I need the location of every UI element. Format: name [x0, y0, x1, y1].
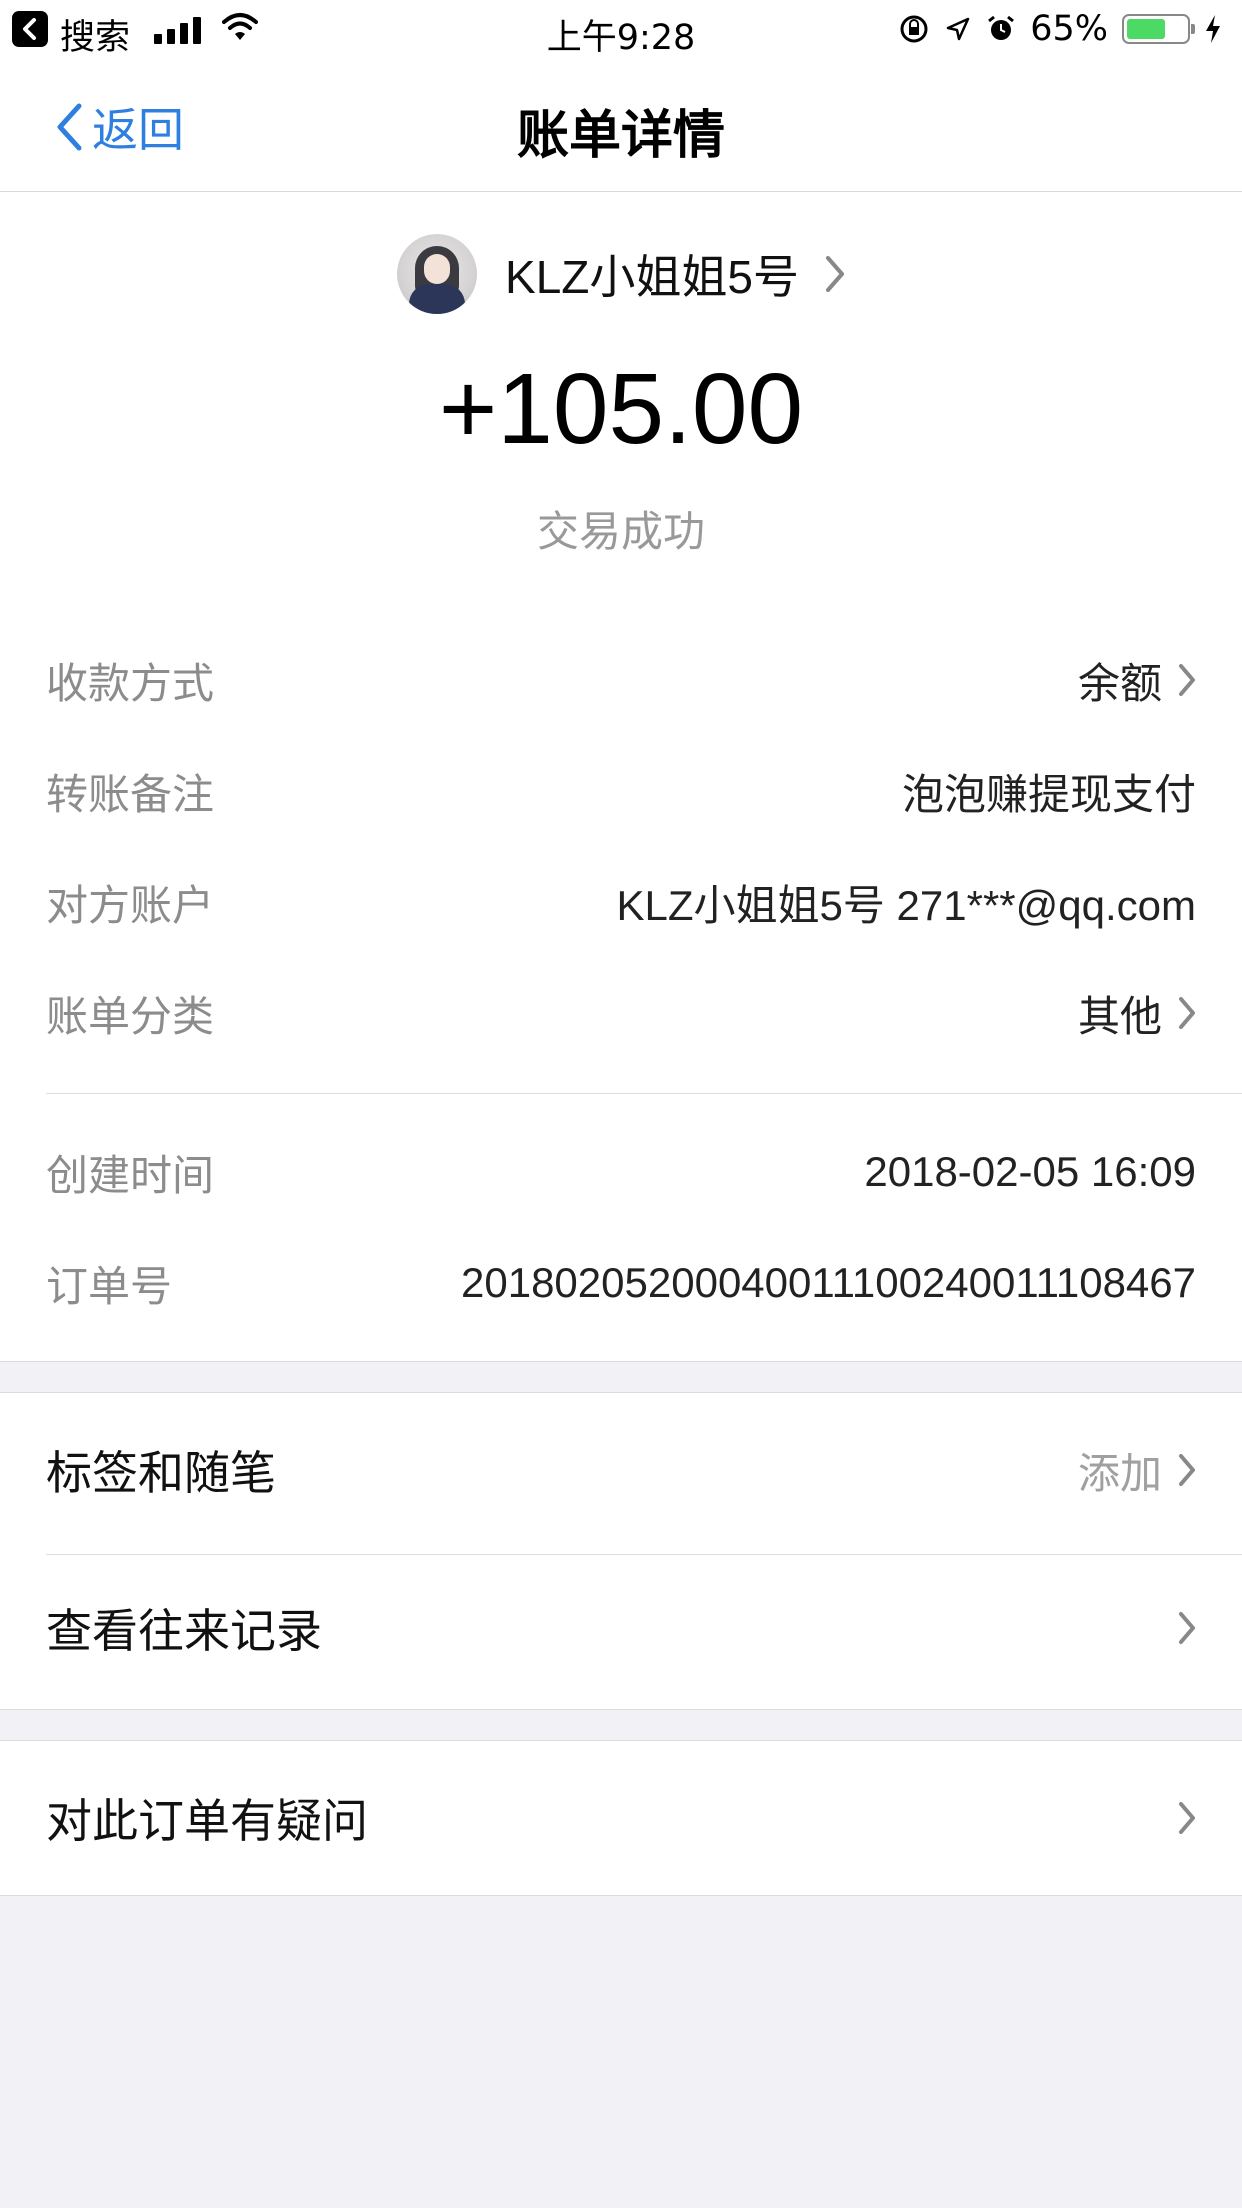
detail-row-counterparty-account: 对方账户 KLZ小姐姐5号 271***@qq.com: [46, 872, 1196, 932]
chevron-right-icon: [1179, 1612, 1195, 1644]
charging-icon: [1206, 15, 1220, 43]
tags-and-notes-row[interactable]: 标签和随笔 添加: [46, 1435, 1196, 1505]
tags-label: 标签和随笔: [46, 1446, 276, 1500]
alarm-icon: [988, 15, 1015, 40]
detail-label: 创建时间: [46, 1150, 215, 1200]
detail-row-created-time: 创建时间 2018-02-05 16:09: [46, 1142, 1196, 1202]
detail-label: 账单分类: [46, 991, 215, 1041]
payer-name: KLZ小姐姐5号: [505, 251, 799, 303]
detail-value: 余额: [1078, 650, 1196, 711]
divider: [46, 1554, 1242, 1555]
navigation-bar: 返回 账单详情: [0, 62, 1242, 192]
detail-label: 订单号: [46, 1261, 173, 1311]
battery-icon: [1122, 14, 1195, 44]
status-bar: 搜索 上午9:28 65%: [0, 0, 1242, 62]
orientation-lock-icon: [900, 15, 928, 43]
order-question-section: 对此订单有疑问: [0, 1740, 1242, 1896]
detail-row-order-number: 订单号 20180205200040011100240011108467: [46, 1253, 1196, 1313]
detail-value-text: 余额: [1077, 659, 1162, 707]
detail-value: 其他: [1078, 983, 1196, 1044]
tags-trail: 添加: [1078, 1440, 1196, 1501]
chevron-right-icon: [1179, 664, 1195, 696]
chevron-right-icon: [1179, 997, 1195, 1029]
detail-value-text: 其他: [1077, 992, 1162, 1040]
chevron-right-icon: [825, 256, 844, 292]
bill-detail-card: KLZ小姐姐5号 +105.00 交易成功 收款方式 余额 转账备注 泡泡赚提现…: [0, 192, 1242, 1362]
transaction-status: 交易成功: [536, 507, 705, 556]
question-trail: [1162, 1801, 1196, 1835]
detail-value: 20180205200040011100240011108467: [461, 1259, 1196, 1306]
detail-value: 2018-02-05 16:09: [864, 1148, 1196, 1195]
chevron-right-icon: [1179, 1802, 1195, 1834]
avatar-icon: [397, 234, 478, 314]
transaction-amount: +105.00: [438, 353, 804, 465]
status-right-icons: 65%: [898, 9, 1222, 49]
order-question-row[interactable]: 对此订单有疑问: [46, 1783, 1196, 1853]
payer-row[interactable]: KLZ小姐姐5号: [0, 234, 1242, 314]
location-icon: [946, 17, 970, 41]
detail-row-transfer-note: 转账备注 泡泡赚提现支付: [46, 761, 1196, 821]
detail-label: 转账备注: [46, 769, 215, 819]
detail-value: 泡泡赚提现支付: [901, 770, 1196, 818]
chevron-right-icon: [1179, 1454, 1195, 1486]
detail-value: KLZ小姐姐5号 271***@qq.com: [616, 881, 1196, 929]
page-title: 账单详情: [516, 106, 725, 166]
detail-label: 对方账户: [46, 880, 215, 930]
battery-percent: 65%: [1030, 9, 1108, 49]
view-history-row[interactable]: 查看往来记录: [46, 1593, 1196, 1663]
history-label: 查看往来记录: [46, 1604, 322, 1658]
actions-section: 标签和随笔 添加 查看往来记录: [0, 1392, 1242, 1710]
detail-row-payment-method[interactable]: 收款方式 余额: [46, 650, 1196, 710]
question-label: 对此订单有疑问: [46, 1794, 368, 1848]
add-tag-text: 添加: [1077, 1448, 1162, 1498]
history-trail: [1162, 1611, 1196, 1645]
detail-row-bill-category[interactable]: 账单分类 其他: [46, 983, 1196, 1043]
divider: [46, 1093, 1242, 1094]
detail-label: 收款方式: [46, 658, 215, 708]
